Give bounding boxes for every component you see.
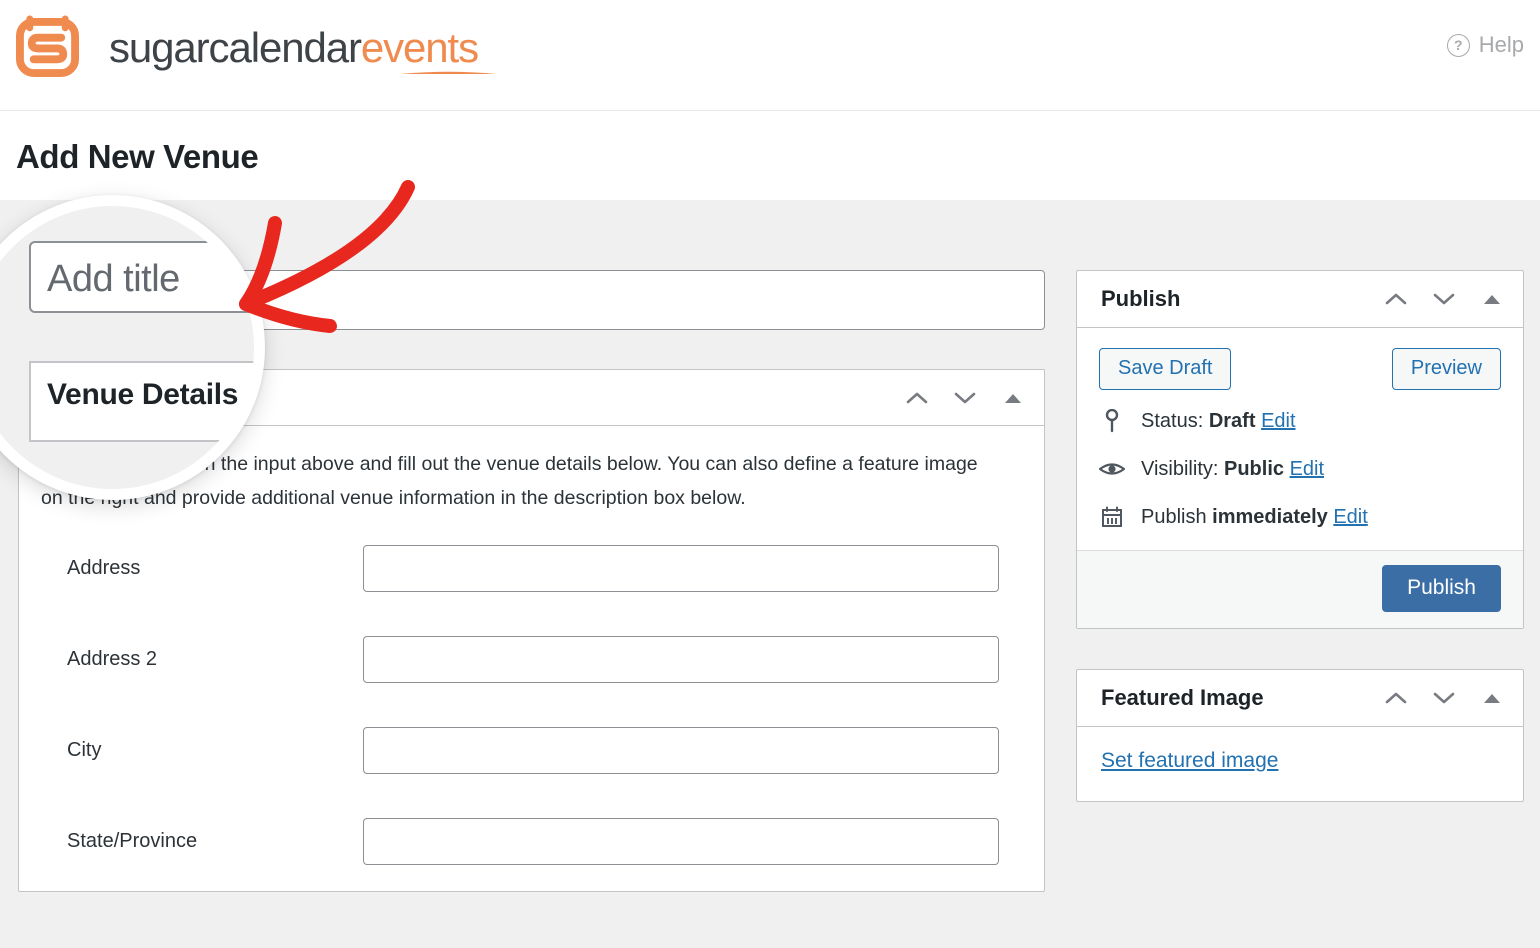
brand-bar: sugarcalendarevents ? Help [0,0,1540,111]
chevron-down-icon[interactable] [1431,685,1457,711]
chevron-down-icon[interactable] [952,385,978,411]
brand-name-accent: events [360,23,479,71]
featured-image-panel-tools [1383,685,1505,711]
visibility-prefix: Visibility: [1141,457,1219,480]
featured-image-title: Featured Image [1101,685,1264,710]
publish-actions-row: Save Draft Preview [1099,348,1501,390]
page-header: Add New Venue [0,111,1540,200]
preview-button[interactable]: Preview [1391,348,1501,390]
publish-button[interactable]: Publish [1382,565,1501,612]
chevron-down-icon[interactable] [1431,286,1457,312]
triangle-up-icon[interactable] [1479,685,1505,711]
visibility-value: Public [1224,457,1285,480]
status-text: Status: Draft Edit [1141,410,1296,433]
help-button[interactable]: ? Help [1446,32,1524,58]
chevron-up-icon[interactable] [1383,286,1409,312]
publish-panel-header: Publish [1077,271,1523,328]
question-circle-icon: ? [1446,33,1470,57]
publish-meta-list: Status: Draft Edit Visibility: Public Ed… [1099,408,1501,530]
brand-wordmark: sugarcalendarevents [109,23,479,71]
address-label: Address [67,557,141,580]
field-row-address: Address [41,545,1022,593]
chevron-up-icon[interactable] [1383,685,1409,711]
schedule-value: immediately [1212,505,1328,528]
status-edit-link[interactable]: Edit [1261,410,1295,432]
visibility-edit-link[interactable]: Edit [1290,458,1324,480]
city-input[interactable] [363,727,999,775]
page-title: Add New Venue [16,138,259,175]
field-row-address-2: Address 2 [41,636,1022,684]
visibility-row: Visibility: Public Edit [1099,456,1501,482]
status-value: Draft [1208,409,1256,432]
calendar-icon [1099,504,1125,530]
magnified-title-placeholder: Add title [47,258,180,300]
status-prefix: Status: [1141,409,1204,432]
triangle-up-icon[interactable] [1000,385,1026,411]
city-label: City [67,739,102,762]
address-input[interactable] [363,545,999,593]
help-label: Help [1478,32,1524,57]
schedule-text: Publish immediately Edit [1141,506,1368,529]
state-province-input[interactable] [363,818,999,866]
visibility-text: Visibility: Public Edit [1141,458,1324,481]
schedule-edit-link[interactable]: Edit [1333,506,1367,528]
schedule-prefix: Publish [1141,505,1207,528]
sidebar-column: Publish Save Draft Preview Status: Draft… [1076,270,1524,842]
set-featured-image-link[interactable]: Set featured image [1101,749,1278,772]
brand-name-primary: sugarcalendar [109,23,362,71]
magnified-panel-divider [29,440,254,442]
venue-details-panel-body: Name your venue in the input above and f… [19,426,1044,891]
publish-button-bar: Publish [1077,550,1523,628]
schedule-row: Publish immediately Edit [1099,504,1501,530]
triangle-up-icon[interactable] [1479,286,1505,312]
venue-details-panel-tools [904,385,1026,411]
featured-image-panel-body: Set featured image [1077,727,1523,801]
brand-logo[interactable]: sugarcalendarevents [16,14,497,77]
app-root: sugarcalendarevents ? Help Add New Venue… [0,0,1540,948]
field-row-state-province: State/Province [41,818,1022,866]
featured-image-panel-header: Featured Image [1077,670,1523,727]
chevron-up-icon[interactable] [904,385,930,411]
address-2-label: Address 2 [67,648,158,671]
status-row: Status: Draft Edit [1099,408,1501,434]
address-2-input[interactable] [363,636,999,684]
publish-panel-title: Publish [1101,286,1181,311]
magnified-panel-title: Venue Details [47,378,239,411]
brand-underline-swoosh [384,66,504,74]
state-province-label: State/Province [67,830,198,853]
magnifier-circle-highlight: Add title Venue Details [0,195,265,500]
publish-panel-tools [1383,286,1505,312]
publish-panel: Publish Save Draft Preview Status: Draft… [1076,270,1524,629]
publish-panel-body: Save Draft Preview Status: Draft Edit Vi… [1077,328,1523,550]
magnifier-content: Add title Venue Details [0,206,254,489]
eye-icon [1099,456,1125,482]
save-draft-button[interactable]: Save Draft [1099,348,1232,390]
featured-image-panel: Featured Image Set featured image [1076,669,1524,802]
sugar-calendar-logo-icon [16,14,79,77]
pin-icon [1099,408,1125,434]
field-row-city: City [41,727,1022,775]
